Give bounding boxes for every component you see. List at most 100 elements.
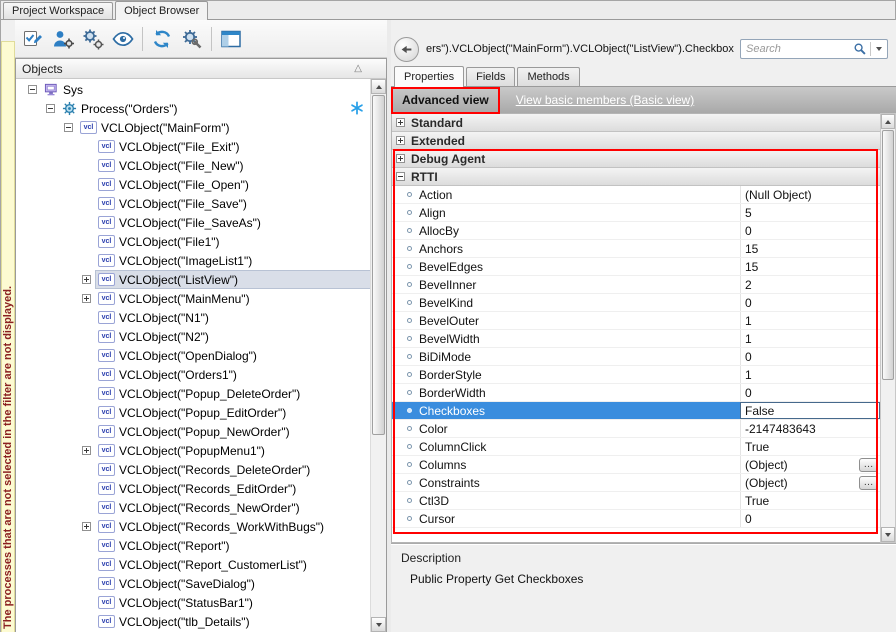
collapse-icon[interactable] — [396, 172, 405, 181]
property-name-cell[interactable]: BiDiMode — [392, 348, 740, 365]
property-row-bevelouter[interactable]: BevelOuter1 — [392, 312, 880, 330]
property-name-cell[interactable]: BorderStyle — [392, 366, 740, 383]
tree-item-vclobject-records-deleteorder[interactable]: vclVCLObject("Records_DeleteOrder") — [16, 460, 370, 479]
scrollbar-thumb[interactable] — [372, 95, 385, 435]
refresh-icon[interactable] — [147, 24, 177, 54]
tree-item-vclobject-savedialog[interactable]: vclVCLObject("SaveDialog") — [16, 574, 370, 593]
property-value-cell[interactable]: True — [740, 438, 880, 455]
search-input[interactable] — [741, 43, 853, 55]
property-name-cell[interactable]: ColumnClick — [392, 438, 740, 455]
property-row-action[interactable]: Action(Null Object) — [392, 186, 880, 204]
section-standard[interactable]: Standard — [392, 114, 880, 132]
expand-icon[interactable] — [396, 118, 405, 127]
scrollbar-thumb[interactable] — [882, 130, 894, 380]
property-row-bidimode[interactable]: BiDiMode0 — [392, 348, 880, 366]
tree-item-process-orders[interactable]: Process("Orders") — [16, 99, 370, 118]
tree-item-vclobject-popup-neworder[interactable]: vclVCLObject("Popup_NewOrder") — [16, 422, 370, 441]
ellipsis-button[interactable]: … — [859, 476, 878, 490]
expand-icon[interactable] — [82, 275, 91, 284]
property-name-cell[interactable]: BevelOuter — [392, 312, 740, 329]
property-row-columns[interactable]: Columns(Object)… — [392, 456, 880, 474]
property-value-cell[interactable]: 2 — [740, 276, 880, 293]
tree-item-vclobject-orders1[interactable]: vclVCLObject("Orders1") — [16, 365, 370, 384]
property-row-bevelinner[interactable]: BevelInner2 — [392, 276, 880, 294]
property-value-cell[interactable]: (Null Object) — [740, 186, 880, 203]
property-row-borderwidth[interactable]: BorderWidth0 — [392, 384, 880, 402]
property-value-cell[interactable]: 5 — [740, 204, 880, 221]
search-dropdown-button[interactable] — [871, 40, 887, 58]
property-value-cell[interactable]: 0 — [740, 510, 880, 527]
add-process-icon[interactable] — [48, 24, 78, 54]
basic-view-link[interactable]: View basic members (Basic view) — [516, 93, 695, 107]
tree-item-sys[interactable]: Sys — [16, 80, 370, 99]
property-value-cell[interactable]: 0 — [740, 222, 880, 239]
section-extended[interactable]: Extended — [392, 132, 880, 150]
property-value-cell[interactable]: (Object)… — [740, 456, 880, 473]
tree-item-vclobject-file-new[interactable]: vclVCLObject("File_New") — [16, 156, 370, 175]
property-value-cell[interactable]: 0 — [740, 348, 880, 365]
tree-item-vclobject-file-exit[interactable]: vclVCLObject("File_Exit") — [16, 137, 370, 156]
property-name-cell[interactable]: Anchors — [392, 240, 740, 257]
scrollbar-track[interactable] — [881, 130, 895, 526]
tree-item-vclobject-records-editorder[interactable]: vclVCLObject("Records_EditOrder") — [16, 479, 370, 498]
tree-item-vclobject-popup-editorder[interactable]: vclVCLObject("Popup_EditOrder") — [16, 403, 370, 422]
expand-icon[interactable] — [396, 136, 405, 145]
property-value-cell[interactable]: -2147483643 — [740, 420, 880, 437]
property-name-cell[interactable]: Action — [392, 186, 740, 203]
scroll-down-button[interactable] — [881, 527, 895, 542]
tab-fields[interactable]: Fields — [466, 67, 515, 86]
property-value-cell[interactable]: 1 — [740, 312, 880, 329]
grid-scrollbar[interactable] — [880, 113, 896, 543]
property-value-cell[interactable]: True — [740, 492, 880, 509]
tree-item-vclobject-statusbar1[interactable]: vclVCLObject("StatusBar1") — [16, 593, 370, 612]
property-row-align[interactable]: Align5 — [392, 204, 880, 222]
tree-item-vclobject-popup-deleteorder[interactable]: vclVCLObject("Popup_DeleteOrder") — [16, 384, 370, 403]
tree-item-vclobject-report-customerlist[interactable]: vclVCLObject("Report_CustomerList") — [16, 555, 370, 574]
tree-item-vclobject-records-neworder[interactable]: vclVCLObject("Records_NewOrder") — [16, 498, 370, 517]
tree-item-vclobject-imagelist1[interactable]: vclVCLObject("ImageList1") — [16, 251, 370, 270]
property-row-bevelkind[interactable]: BevelKind0 — [392, 294, 880, 312]
scrollbar-track[interactable] — [371, 95, 386, 616]
tree-item-vclobject-report[interactable]: vclVCLObject("Report") — [16, 536, 370, 555]
property-value-cell[interactable]: 1 — [740, 330, 880, 347]
expand-icon[interactable] — [82, 294, 91, 303]
property-name-cell[interactable]: AllocBy — [392, 222, 740, 239]
property-row-bevelwidth[interactable]: BevelWidth1 — [392, 330, 880, 348]
view-eye-icon[interactable] — [108, 24, 138, 54]
search-icon[interactable] — [853, 42, 867, 56]
property-value-cell[interactable]: 0 — [740, 294, 880, 311]
tree-item-vclobject-mainform[interactable]: vclVCLObject("MainForm") — [16, 118, 370, 137]
property-row-color[interactable]: Color-2147483643 — [392, 420, 880, 438]
scroll-up-button[interactable] — [371, 79, 386, 94]
property-name-cell[interactable]: Columns — [392, 456, 740, 473]
property-value-cell[interactable]: 0 — [740, 384, 880, 401]
expand-icon[interactable] — [82, 522, 91, 531]
property-row-ctl3d[interactable]: Ctl3DTrue — [392, 492, 880, 510]
property-row-anchors[interactable]: Anchors15 — [392, 240, 880, 258]
section-debug-agent[interactable]: Debug Agent — [392, 150, 880, 168]
tab-project-workspace[interactable]: Project Workspace — [3, 2, 113, 19]
collapse-icon[interactable] — [46, 104, 55, 113]
property-name-cell[interactable]: BevelWidth — [392, 330, 740, 347]
property-row-checkboxes[interactable]: CheckboxesFalse — [392, 402, 880, 420]
checked-list-icon[interactable] — [18, 24, 48, 54]
property-name-cell[interactable]: BevelKind — [392, 294, 740, 311]
tree-item-vclobject-n1[interactable]: vclVCLObject("N1") — [16, 308, 370, 327]
property-row-allocby[interactable]: AllocBy0 — [392, 222, 880, 240]
tree-item-vclobject-tlb-details[interactable]: vclVCLObject("tlb_Details") — [16, 612, 370, 631]
property-name-cell[interactable]: Cursor — [392, 510, 740, 527]
property-value-cell[interactable]: False — [740, 402, 880, 419]
collapse-icon[interactable] — [64, 123, 73, 132]
expand-icon[interactable] — [82, 446, 91, 455]
tree-item-vclobject-listview[interactable]: vclVCLObject("ListView") — [16, 270, 370, 289]
scroll-down-button[interactable] — [371, 617, 386, 632]
tree-item-vclobject-file1[interactable]: vclVCLObject("File1") — [16, 232, 370, 251]
property-name-cell[interactable]: BevelInner — [392, 276, 740, 293]
property-value-cell[interactable]: 1 — [740, 366, 880, 383]
property-name-cell[interactable]: Color — [392, 420, 740, 437]
expand-icon[interactable] — [396, 154, 405, 163]
collapse-icon[interactable] — [28, 85, 37, 94]
tree-item-vclobject-file-open[interactable]: vclVCLObject("File_Open") — [16, 175, 370, 194]
property-name-cell[interactable]: Align — [392, 204, 740, 221]
tree-item-vclobject-file-save[interactable]: vclVCLObject("File_Save") — [16, 194, 370, 213]
